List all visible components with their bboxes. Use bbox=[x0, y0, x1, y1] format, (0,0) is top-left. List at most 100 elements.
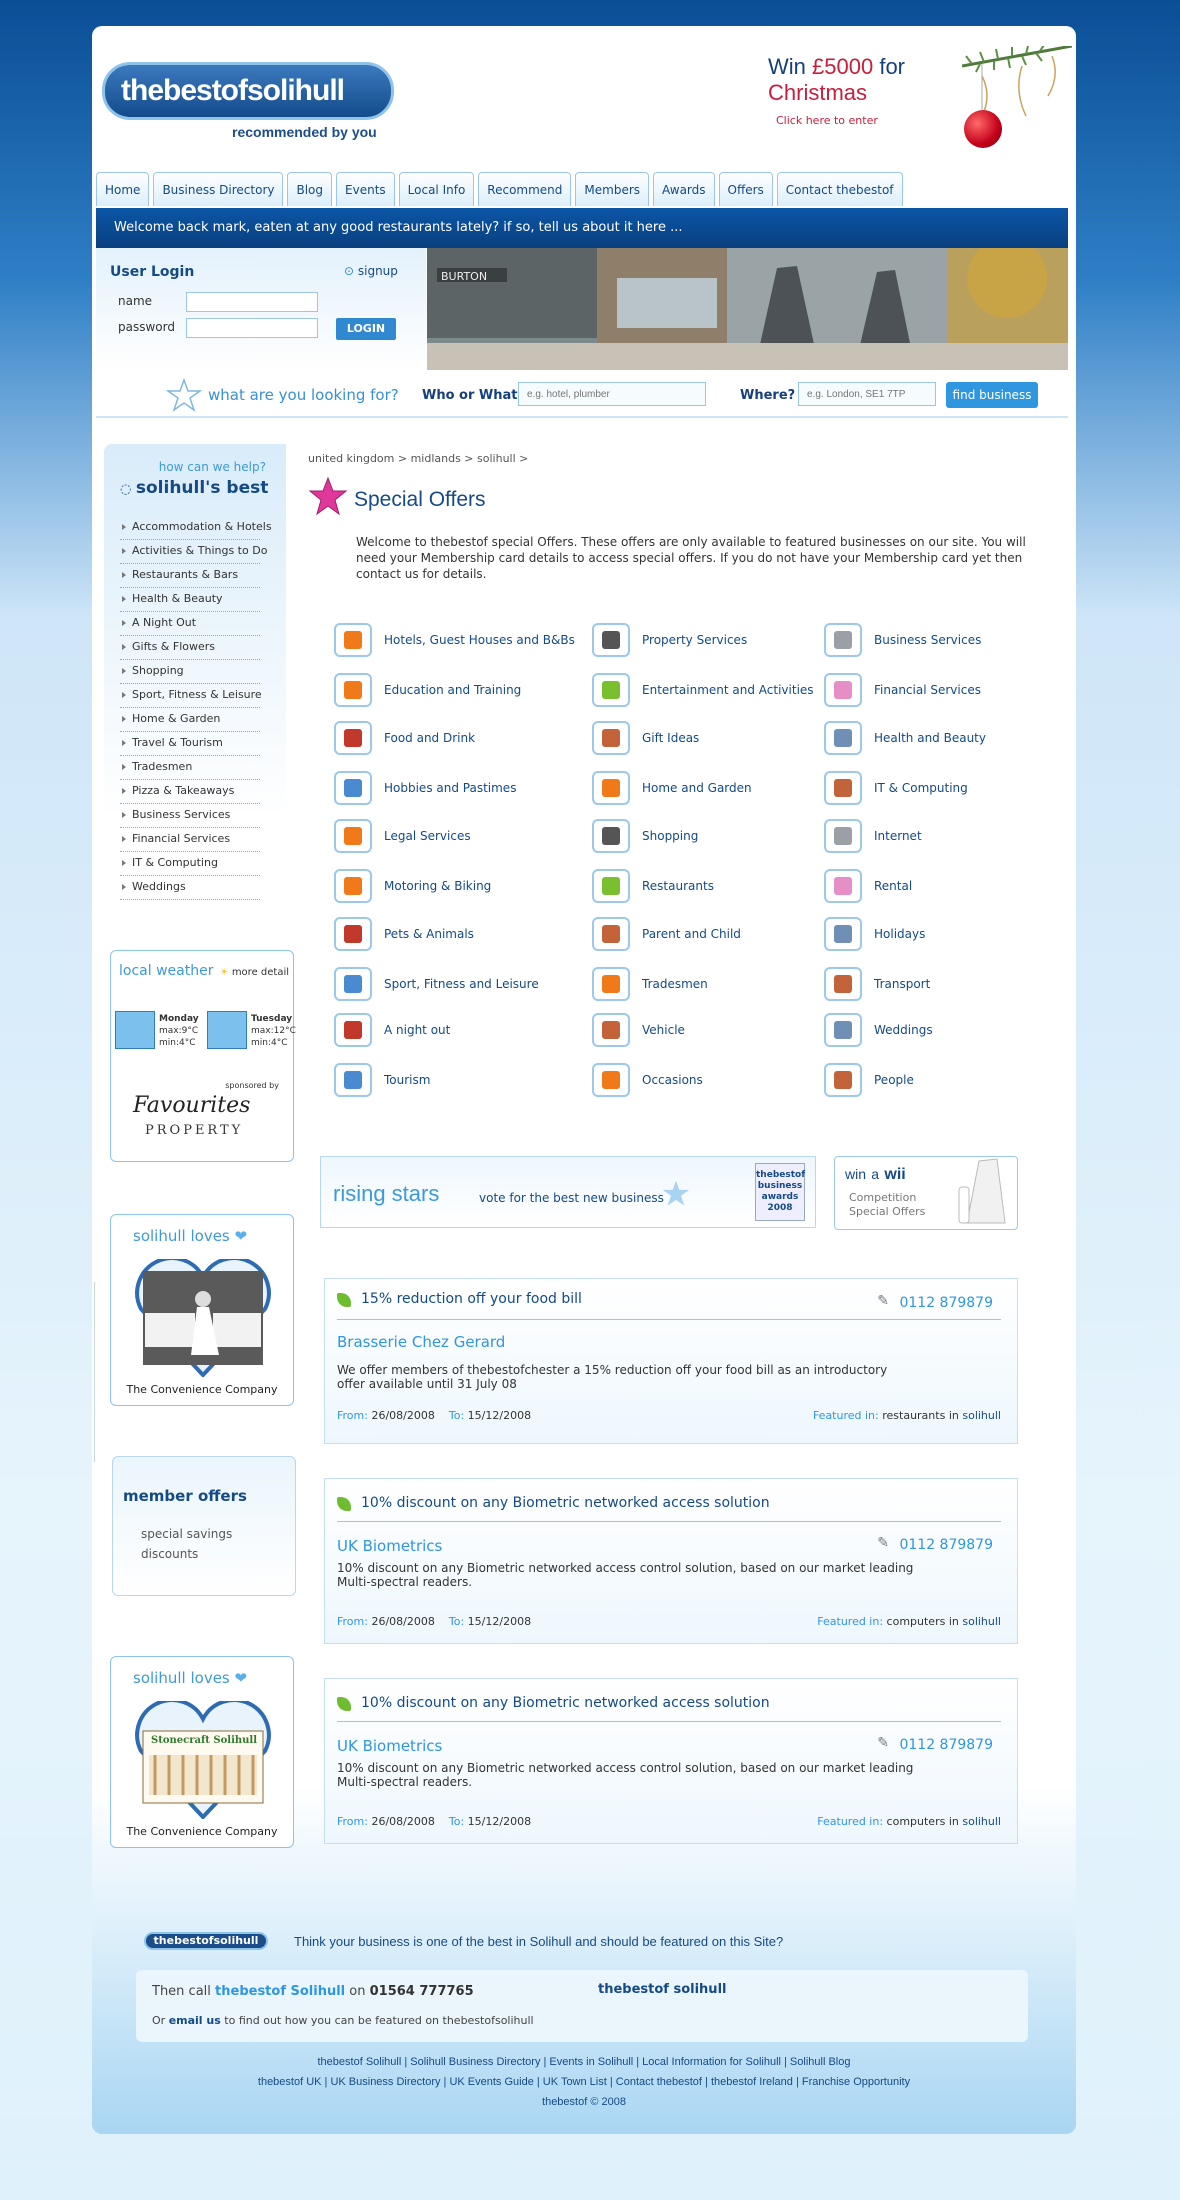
offer-category[interactable]: Pets & Animals bbox=[334, 914, 474, 954]
offer-category[interactable]: A night out bbox=[334, 1010, 450, 1050]
sidebar-item[interactable]: Tradesmen bbox=[120, 756, 260, 780]
sidebar-item[interactable]: Sport, Fitness & Leisure bbox=[120, 684, 262, 708]
welcome-banner[interactable]: Welcome back mark, eaten at any good res… bbox=[96, 208, 1068, 248]
offer-category-label: Property Services bbox=[642, 633, 748, 647]
tab-events[interactable]: Events bbox=[336, 172, 395, 206]
member-offers-widget[interactable]: member offers special savings discounts bbox=[112, 1456, 296, 1596]
tab-recommend[interactable]: Recommend bbox=[478, 172, 572, 206]
offer-category[interactable]: Shopping bbox=[592, 816, 698, 856]
offer-category[interactable]: Transport bbox=[824, 964, 930, 1004]
offer-card[interactable]: 10% discount on any Biometric networked … bbox=[324, 1478, 1018, 1644]
sidebar-item[interactable]: Financial Services bbox=[120, 828, 260, 852]
offer-category[interactable]: Gift Ideas bbox=[592, 718, 699, 758]
sidebar-item[interactable]: Activities & Things to Do bbox=[120, 540, 267, 564]
offer-category[interactable]: Home and Garden bbox=[592, 768, 752, 808]
offer-category[interactable]: IT & Computing bbox=[824, 768, 968, 808]
footer-links-local[interactable]: thebestof Solihull | Solihull Business D… bbox=[92, 2056, 1076, 2068]
signup-link[interactable]: ⊙ signup bbox=[344, 264, 398, 278]
leaf-icon bbox=[337, 1697, 351, 1711]
password-field[interactable] bbox=[186, 318, 318, 338]
sidebar-item[interactable]: Business Services bbox=[120, 804, 260, 828]
offer-category[interactable]: People bbox=[824, 1060, 914, 1100]
offer-category[interactable]: Hotels, Guest Houses and B&Bs bbox=[334, 620, 575, 660]
offer-category[interactable]: Hobbies and Pastimes bbox=[334, 768, 516, 808]
offer-headline[interactable]: 10% discount on any Biometric networked … bbox=[361, 1495, 770, 1511]
offer-featured-in[interactable]: Featured in: restaurants in solihull bbox=[813, 1409, 1001, 1422]
sidebar-item[interactable]: Home & Garden bbox=[120, 708, 260, 732]
offer-category[interactable]: Rental bbox=[824, 866, 912, 906]
offer-category[interactable]: Holidays bbox=[824, 914, 925, 954]
tab-contact[interactable]: Contact thebestof bbox=[776, 172, 903, 206]
offer-business[interactable]: UK Biometrics bbox=[337, 1537, 442, 1555]
offer-category-label: Motoring & Biking bbox=[384, 879, 492, 893]
name-label: name bbox=[118, 294, 153, 308]
more-detail-link[interactable]: ☀ more detail bbox=[220, 967, 289, 978]
sponsor-logo[interactable]: Favourites bbox=[133, 1093, 250, 1118]
sidebar-item[interactable]: Travel & Tourism bbox=[120, 732, 260, 756]
offer-category[interactable]: Weddings bbox=[824, 1010, 933, 1050]
offer-category[interactable]: Business Services bbox=[824, 620, 981, 660]
who-input[interactable] bbox=[518, 382, 706, 406]
name-field[interactable] bbox=[186, 292, 318, 312]
offer-description: 10% discount on any Biometric networked … bbox=[337, 1761, 914, 1789]
offer-category[interactable]: Financial Services bbox=[824, 670, 981, 710]
offer-category[interactable]: Education and Training bbox=[334, 670, 521, 710]
rising-stars-banner[interactable]: rising stars vote for the best new busin… bbox=[320, 1156, 816, 1228]
tab-local-info[interactable]: Local Info bbox=[398, 172, 475, 206]
offer-card[interactable]: 15% reduction off your food bill ✎ 0112 … bbox=[324, 1278, 1018, 1444]
offer-business[interactable]: Brasserie Chez Gerard bbox=[337, 1333, 505, 1351]
where-input[interactable] bbox=[798, 382, 936, 406]
sidebar-item[interactable]: A Night Out bbox=[120, 612, 260, 636]
sidebar-item[interactable]: Restaurants & Bars bbox=[120, 564, 260, 588]
offer-business[interactable]: UK Biometrics bbox=[337, 1737, 442, 1755]
heart-frame-photo[interactable] bbox=[135, 1259, 271, 1377]
tab-offers[interactable]: Offers bbox=[718, 172, 773, 206]
email-us-link[interactable]: email us bbox=[169, 2014, 221, 2027]
offer-category[interactable]: Tradesmen bbox=[592, 964, 708, 1004]
tab-business-directory[interactable]: Business Directory bbox=[153, 172, 284, 206]
tab-awards[interactable]: Awards bbox=[653, 172, 715, 206]
login-button[interactable]: LOGIN bbox=[336, 318, 396, 340]
sidebar-item[interactable]: Weddings bbox=[120, 876, 260, 900]
offer-category[interactable]: Restaurants bbox=[592, 866, 714, 906]
sidebar-item[interactable]: Gifts & Flowers bbox=[120, 636, 260, 660]
offer-category[interactable]: Entertainment and Activities bbox=[592, 670, 814, 710]
offer-featured-in[interactable]: Featured in: computers in solihull bbox=[817, 1815, 1001, 1828]
offer-category[interactable]: Occasions bbox=[592, 1060, 703, 1100]
footer-logo[interactable]: thebestofsolihull bbox=[144, 1932, 268, 1950]
offer-category[interactable]: Food and Drink bbox=[334, 718, 475, 758]
tab-blog[interactable]: Blog bbox=[287, 172, 333, 206]
offer-category[interactable]: Internet bbox=[824, 816, 922, 856]
heart-frame-photo[interactable] bbox=[135, 1701, 271, 1819]
offer-category-label: Internet bbox=[874, 829, 922, 843]
breadcrumb[interactable]: united kingdom > midlands > solihull > bbox=[308, 452, 528, 465]
win-a-wii-banner[interactable]: win a wii Competition Special Offers bbox=[834, 1156, 1018, 1230]
sidebar-item[interactable]: IT & Computing bbox=[120, 852, 260, 876]
footer-links-uk[interactable]: thebestof UK | UK Business Directory | U… bbox=[92, 2076, 1076, 2088]
find-business-button[interactable]: find business bbox=[946, 382, 1038, 408]
sidebar-item[interactable]: Health & Beauty bbox=[120, 588, 260, 612]
offer-category[interactable]: Health and Beauty bbox=[824, 718, 986, 758]
tab-members[interactable]: Members bbox=[575, 172, 650, 206]
offer-category[interactable]: Sport, Fitness and Leisure bbox=[334, 964, 539, 1004]
site-logo[interactable]: thebestofsolihull bbox=[102, 62, 394, 120]
offer-headline[interactable]: 10% discount on any Biometric networked … bbox=[361, 1695, 770, 1711]
leaf-icon bbox=[337, 1497, 351, 1511]
person-icon bbox=[592, 819, 630, 853]
weather-widget: local weather ☀ more detail Monday max:9°… bbox=[110, 950, 296, 1162]
offer-featured-in[interactable]: Featured in: computers in solihull bbox=[817, 1615, 1001, 1628]
tab-home[interactable]: Home bbox=[96, 172, 150, 206]
offer-category[interactable]: Parent and Child bbox=[592, 914, 741, 954]
offer-card[interactable]: 10% discount on any Biometric networked … bbox=[324, 1678, 1018, 1844]
sidebar-item[interactable]: Pizza & Takeaways bbox=[120, 780, 260, 804]
offer-category[interactable]: Tourism bbox=[334, 1060, 430, 1100]
offer-category[interactable]: Legal Services bbox=[334, 816, 471, 856]
christmas-promo[interactable]: Win £5000 for Christmas Click here to en… bbox=[768, 54, 968, 127]
offer-headline[interactable]: 15% reduction off your food bill bbox=[361, 1291, 582, 1307]
promo-enter-link[interactable]: Click here to enter bbox=[776, 114, 968, 127]
sidebar-item[interactable]: Shopping bbox=[120, 660, 260, 684]
offer-category[interactable]: Vehicle bbox=[592, 1010, 685, 1050]
offer-category[interactable]: Property Services bbox=[592, 620, 747, 660]
offer-category[interactable]: Motoring & Biking bbox=[334, 866, 491, 906]
sidebar-item[interactable]: Accommodation & Hotels bbox=[120, 516, 272, 540]
